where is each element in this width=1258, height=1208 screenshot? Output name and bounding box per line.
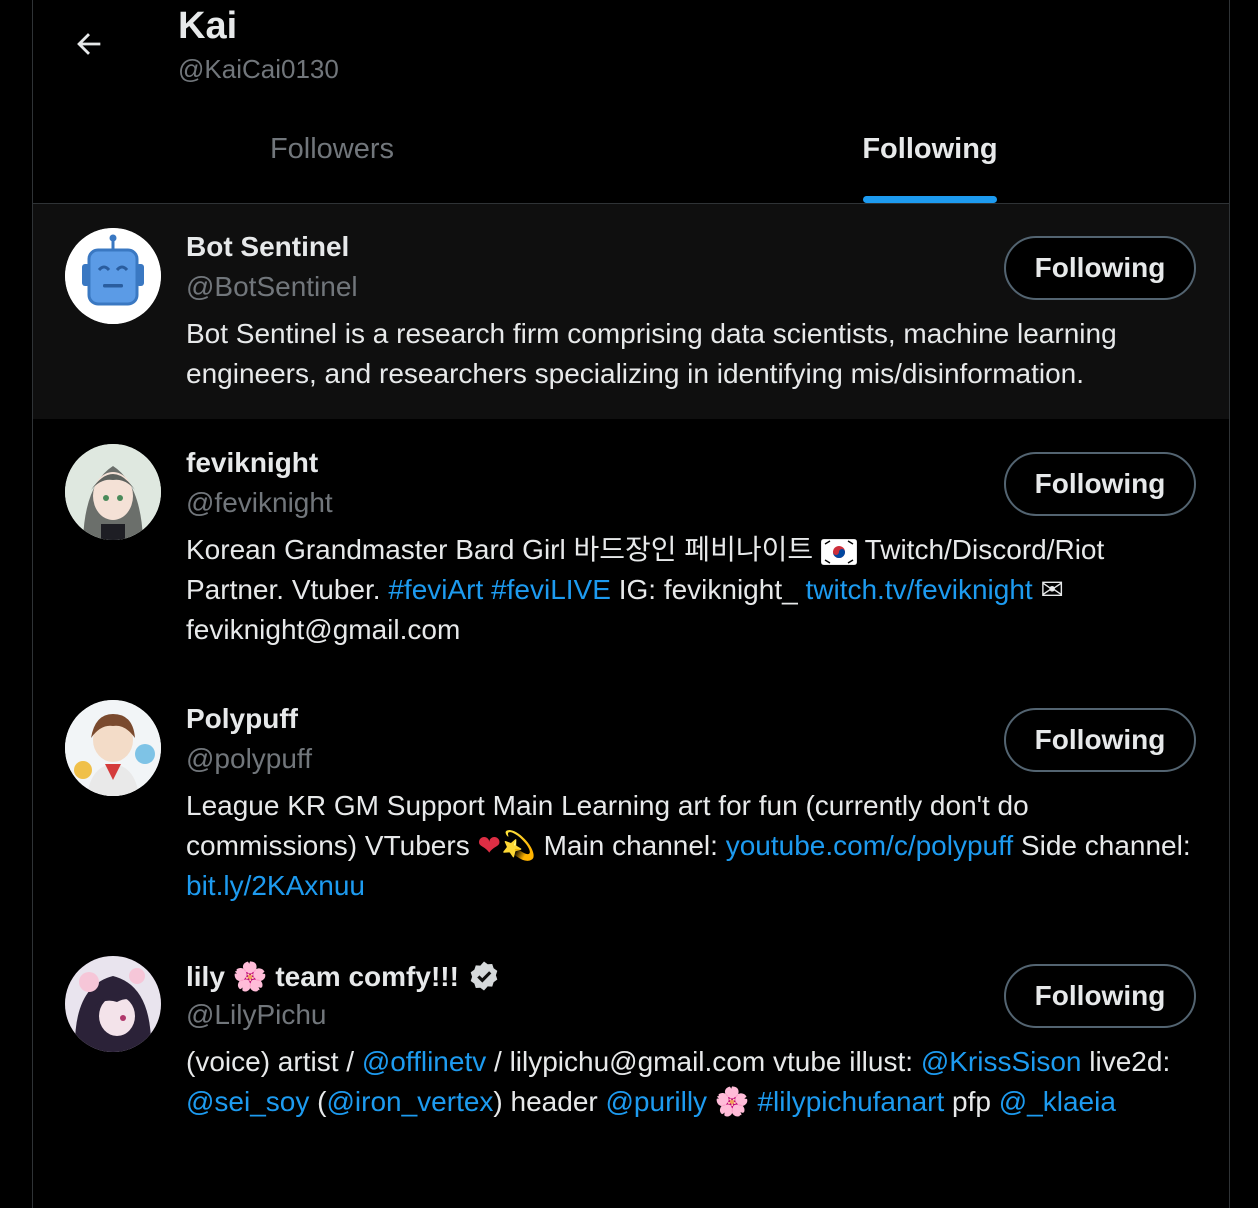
bio-text: ( bbox=[309, 1086, 327, 1117]
user-bio: Korean Grandmaster Bard Girl 바드장인 페비나이트 … bbox=[186, 530, 1196, 650]
bio-link[interactable]: @iron_vertex bbox=[326, 1086, 493, 1117]
user-cell[interactable]: feviknight @feviknight Following Korean … bbox=[33, 420, 1229, 676]
user-name-text: Polypuff bbox=[186, 703, 298, 734]
user-display-name[interactable]: lily 🌸 team comfy!!! bbox=[186, 959, 501, 993]
user-handle[interactable]: @LilyPichu bbox=[186, 999, 326, 1031]
tab-bar: Followers Following bbox=[33, 116, 1229, 204]
bio-text: 💫 Main channel: bbox=[500, 830, 726, 861]
profile-header: Kai @KaiCai0130 bbox=[33, 0, 1229, 116]
avatar[interactable] bbox=[65, 700, 161, 796]
user-display-name[interactable]: Polypuff bbox=[186, 703, 298, 735]
verified-badge-icon bbox=[470, 961, 498, 991]
bio-text bbox=[483, 574, 491, 605]
bio-text: Korean Grandmaster Bard Girl 바드장인 페비나이트 bbox=[186, 534, 821, 565]
following-button[interactable]: Following bbox=[1004, 708, 1196, 772]
following-button[interactable]: Following bbox=[1004, 236, 1196, 300]
user-name-text: lily 🌸 team comfy!!! bbox=[186, 960, 459, 992]
bio-link[interactable]: bit.ly/2KAxnuu bbox=[186, 870, 365, 901]
anime-girl-avatar-icon bbox=[65, 444, 161, 540]
heart-emoji: ❤ bbox=[477, 830, 501, 861]
following-button[interactable]: Following bbox=[1004, 964, 1196, 1028]
korea-flag-icon bbox=[820, 538, 857, 565]
user-handle[interactable]: @feviknight bbox=[186, 487, 333, 519]
user-handle[interactable]: @polypuff bbox=[186, 743, 312, 775]
user-name-text: Bot Sentinel bbox=[186, 231, 350, 262]
bio-link[interactable]: @KrissSison bbox=[921, 1046, 1082, 1077]
bio-link[interactable]: @purilly bbox=[606, 1086, 708, 1117]
main-column: Kai @KaiCai0130 Followers Following Bot … bbox=[32, 0, 1230, 1208]
user-bio: Bot Sentinel is a research firm comprisi… bbox=[186, 314, 1196, 394]
bio-text: IG: feviknight_ bbox=[610, 574, 806, 605]
user-handle[interactable]: @BotSentinel bbox=[186, 271, 358, 303]
tab-followers[interactable]: Followers bbox=[33, 116, 631, 203]
bio-text: ) header bbox=[493, 1086, 606, 1117]
user-display-name[interactable]: feviknight bbox=[186, 447, 318, 479]
tab-label: Followers bbox=[269, 133, 395, 165]
bio-link[interactable]: #feviArt bbox=[388, 574, 483, 605]
bio-text: pfp bbox=[944, 1086, 999, 1117]
bio-link[interactable]: @sei_soy bbox=[186, 1086, 309, 1117]
bio-link[interactable]: @offlinetv bbox=[362, 1046, 486, 1077]
user-bio: League KR GM Support Main Learning art f… bbox=[186, 786, 1196, 906]
bio-text: Bot Sentinel is a research firm comprisi… bbox=[186, 318, 1117, 389]
bio-link[interactable]: youtube.com/c/polypuff bbox=[726, 830, 1013, 861]
avatar[interactable] bbox=[65, 956, 161, 1052]
bio-link[interactable]: #feviLIVE bbox=[491, 574, 611, 605]
polypuff-avatar-icon bbox=[65, 700, 161, 796]
user-bio: (voice) artist / @offlinetv / lilypichu@… bbox=[186, 1042, 1196, 1122]
profile-handle: @KaiCai0130 bbox=[178, 54, 339, 84]
tab-following[interactable]: Following bbox=[631, 116, 1229, 203]
user-cell[interactable]: Bot Sentinel @BotSentinel Following Bot … bbox=[33, 204, 1229, 419]
bio-link[interactable]: twitch.tv/feviknight bbox=[805, 574, 1032, 605]
tab-label: Following bbox=[862, 133, 998, 165]
page-title: Kai bbox=[178, 5, 238, 47]
back-button[interactable] bbox=[67, 22, 111, 66]
robot-avatar-icon bbox=[65, 228, 161, 324]
bio-link[interactable]: #lilypichufanart bbox=[757, 1086, 944, 1117]
bio-text: live2d: bbox=[1081, 1046, 1171, 1077]
lily-avatar-icon bbox=[65, 956, 161, 1052]
bio-text: (voice) artist / bbox=[186, 1046, 362, 1077]
avatar[interactable] bbox=[65, 228, 161, 324]
bio-text: 🌸 bbox=[707, 1086, 758, 1117]
bio-text: Side channel: bbox=[1013, 830, 1191, 861]
following-button[interactable]: Following bbox=[1004, 452, 1196, 516]
arrow-left-icon bbox=[77, 33, 101, 55]
active-tab-indicator bbox=[863, 196, 997, 203]
user-cell[interactable]: Polypuff @polypuff Following League KR G… bbox=[33, 676, 1229, 932]
flag-emoji bbox=[820, 534, 857, 565]
user-cell[interactable]: lily 🌸 team comfy!!! @LilyPichu Followin… bbox=[33, 932, 1229, 1188]
bio-text: / lilypichu@gmail.com vtube illust: bbox=[486, 1046, 921, 1077]
bio-link[interactable]: @_klaeia bbox=[999, 1086, 1116, 1117]
user-display-name[interactable]: Bot Sentinel bbox=[186, 231, 349, 263]
avatar[interactable] bbox=[65, 444, 161, 540]
user-name-text: feviknight bbox=[186, 447, 319, 478]
